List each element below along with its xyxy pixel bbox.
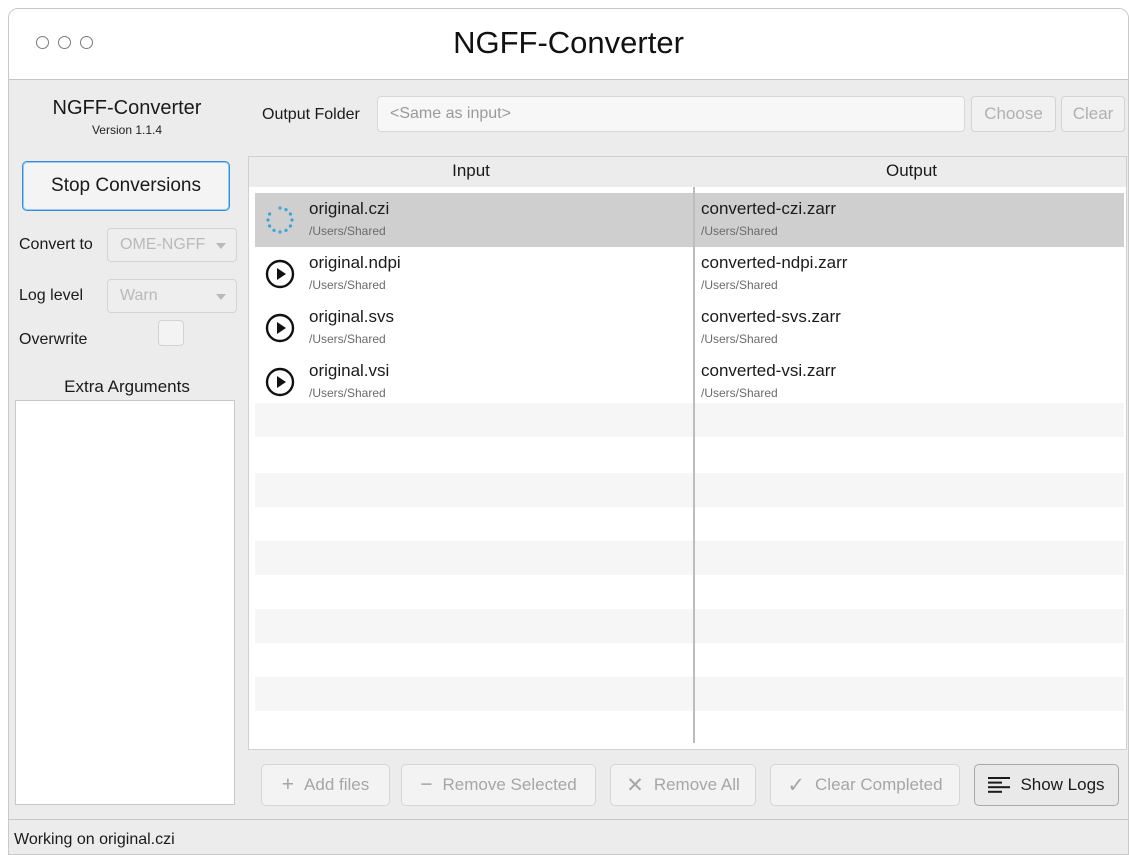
remove-selected-label: Remove Selected: [442, 775, 577, 794]
play-icon[interactable]: [265, 259, 295, 289]
remove-all-button[interactable]: ✕ Remove All: [610, 764, 756, 806]
input-file-path: /Users/Shared: [309, 332, 386, 346]
output-file-name: converted-ndpi.zarr: [701, 253, 848, 272]
input-file-name: original.ndpi: [309, 253, 401, 272]
empty-row-stripe: [255, 541, 1124, 575]
input-file-path: /Users/Shared: [309, 278, 386, 292]
convert-to-select[interactable]: OME-NGFF: [107, 228, 237, 262]
clear-output-button[interactable]: Clear: [1061, 96, 1125, 132]
minus-icon: −: [420, 773, 433, 796]
output-file-path: /Users/Shared: [701, 386, 778, 400]
input-cell: original.czi /Users/Shared: [255, 193, 693, 247]
empty-row-stripe: [255, 677, 1124, 711]
add-files-label: Add files: [304, 775, 370, 794]
show-logs-label: Show Logs: [1020, 775, 1105, 794]
remove-selected-button[interactable]: − Remove Selected: [401, 764, 596, 806]
empty-row-stripe: [255, 609, 1124, 643]
convert-to-label: Convert to: [19, 236, 93, 253]
column-divider[interactable]: [693, 187, 695, 743]
overwrite-checkbox[interactable]: [158, 320, 184, 346]
app-version: Version 1.1.4: [91, 123, 163, 137]
log-level-value: Warn: [120, 287, 158, 304]
remove-all-label: Remove All: [653, 775, 740, 794]
input-file-path: /Users/Shared: [309, 224, 386, 238]
output-folder-input[interactable]: [377, 96, 965, 132]
table-row[interactable]: original.vsi /Users/Shared converted-vsi…: [255, 355, 1124, 409]
output-file-path: /Users/Shared: [701, 224, 778, 238]
check-icon: ✓: [787, 773, 806, 797]
output-file-name: converted-czi.zarr: [701, 199, 837, 218]
window-title: NGFF-Converter: [453, 25, 684, 60]
add-files-button[interactable]: + Add files: [261, 764, 390, 806]
input-file-name: original.svs: [309, 307, 395, 326]
input-cell: original.svs /Users/Shared: [255, 301, 693, 355]
output-file-path: /Users/Shared: [701, 278, 778, 292]
table-row[interactable]: original.svs /Users/Shared converted-svs…: [255, 301, 1124, 355]
conversion-table: Input Output original.czi /Users/Shared …: [248, 156, 1127, 750]
log-level-label: Log level: [19, 287, 84, 304]
table-row[interactable]: original.ndpi /Users/Shared converted-nd…: [255, 247, 1124, 301]
app-window: NGFF-Converter NGFF-Converter Version 1.…: [8, 8, 1129, 855]
chevron-down-icon: [216, 294, 226, 300]
table-header: Input Output: [249, 157, 1126, 187]
output-file-name: converted-svs.zarr: [701, 307, 841, 326]
choose-button[interactable]: Choose: [971, 96, 1056, 132]
output-folder-label: Output Folder: [262, 106, 360, 123]
show-logs-button[interactable]: Show Logs: [974, 764, 1119, 806]
lines-icon: [988, 777, 1011, 793]
app-name: NGFF-Converter: [52, 97, 202, 119]
output-cell: converted-vsi.zarr /Users/Shared: [695, 355, 1124, 409]
output-file-path: /Users/Shared: [701, 332, 778, 346]
spinner-icon: [266, 206, 294, 234]
input-column-header[interactable]: Input: [249, 161, 693, 181]
input-file-path: /Users/Shared: [309, 386, 386, 400]
plus-icon: +: [281, 773, 295, 796]
output-cell: converted-ndpi.zarr /Users/Shared: [695, 247, 1124, 301]
empty-row-stripe: [255, 473, 1124, 507]
input-cell: original.vsi /Users/Shared: [255, 355, 693, 409]
table-row[interactable]: original.czi /Users/Shared converted-czi…: [255, 193, 1124, 247]
clear-completed-label: Clear Completed: [815, 775, 943, 794]
chevron-down-icon: [216, 243, 226, 249]
extra-arguments-label: Extra Arguments: [64, 377, 190, 396]
output-column-header[interactable]: Output: [695, 161, 1128, 181]
log-level-select[interactable]: Warn: [107, 279, 237, 313]
clear-completed-button[interactable]: ✓ Clear Completed: [770, 764, 960, 806]
status-text: Working on original.czi: [14, 831, 175, 848]
input-file-name: original.czi: [309, 199, 390, 218]
sidebar: NGFF-Converter Version 1.1.4 Stop Conver…: [9, 81, 245, 818]
stop-conversions-button[interactable]: Stop Conversions: [22, 161, 230, 211]
play-icon[interactable]: [265, 313, 295, 343]
title-bar: NGFF-Converter: [9, 9, 1128, 80]
extra-arguments-input[interactable]: [15, 400, 235, 805]
input-file-name: original.vsi: [309, 361, 390, 380]
input-cell: original.ndpi /Users/Shared: [255, 247, 693, 301]
output-cell: converted-czi.zarr /Users/Shared: [695, 193, 1124, 247]
status-bar: Working on original.czi: [9, 819, 1128, 854]
x-icon: ✕: [626, 773, 644, 797]
output-file-name: converted-vsi.zarr: [701, 361, 837, 380]
output-cell: converted-svs.zarr /Users/Shared: [695, 301, 1124, 355]
play-icon[interactable]: [265, 367, 295, 397]
convert-to-value: OME-NGFF: [120, 236, 206, 253]
overwrite-label: Overwrite: [19, 331, 88, 348]
